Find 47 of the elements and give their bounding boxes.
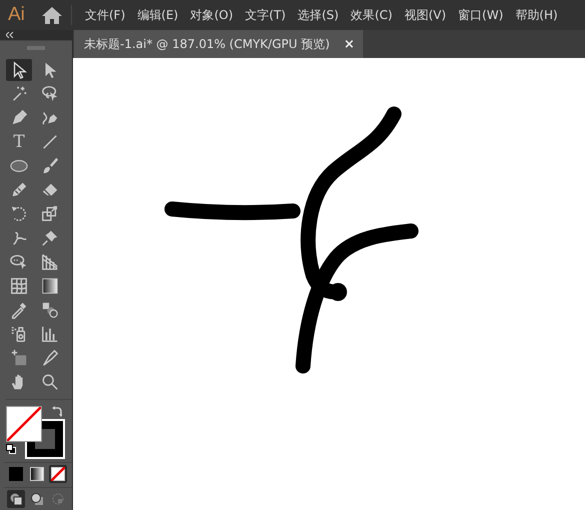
- pen-nib-icon: [10, 109, 28, 128]
- lasso-icon: [41, 85, 59, 104]
- app-logo: Ai: [8, 4, 26, 26]
- menu-item[interactable]: 窗口(W): [458, 6, 504, 24]
- arrow-pointer-tool[interactable]: [6, 59, 32, 82]
- draw-normal-button[interactable]: [7, 490, 25, 508]
- document-tab[interactable]: 未标题-1.ai* @ 187.01% (CMYK/GPU 预览) ×: [74, 30, 363, 58]
- menu-item[interactable]: 效果(C): [350, 6, 392, 24]
- double-chevron-icon[interactable]: [6, 32, 14, 38]
- menu-item[interactable]: 视图(V): [404, 6, 446, 24]
- gradient-square-icon: [41, 277, 59, 296]
- scale-icon: [41, 205, 59, 224]
- bar-chart-icon: [41, 325, 59, 344]
- menu-item[interactable]: 文件(F): [85, 6, 126, 24]
- spray-can-icon: [10, 325, 28, 344]
- knife-icon: [41, 349, 59, 368]
- close-button[interactable]: ×: [344, 36, 355, 52]
- eyedropper-icon: [10, 301, 28, 320]
- fill-none-swatch[interactable]: [6, 406, 42, 442]
- shape-builder-icon: [10, 253, 28, 272]
- menu-item[interactable]: 对象(O): [190, 6, 234, 24]
- default-colors-icon[interactable]: [6, 444, 16, 454]
- magic-wand-icon: [10, 85, 28, 104]
- none-color-button[interactable]: [49, 465, 67, 484]
- perspective-grid-icon: [41, 253, 59, 272]
- menu-item[interactable]: 文字(T): [245, 6, 286, 24]
- grip-icon[interactable]: [27, 46, 45, 50]
- line-icon: [41, 133, 59, 152]
- type-tool[interactable]: T: [6, 131, 32, 154]
- pushpin-icon: [41, 229, 59, 248]
- blend-shapes-icon: [41, 301, 59, 320]
- artboard-icon: [10, 349, 28, 368]
- rotate-icon: [10, 205, 28, 224]
- solid-color-button[interactable]: [7, 465, 25, 484]
- brush-icon: [41, 157, 59, 176]
- gradient-button[interactable]: [28, 465, 46, 484]
- menu-item[interactable]: 选择(S): [298, 6, 339, 24]
- pencil-icon: [10, 181, 28, 200]
- pen-curve-icon: [41, 109, 59, 128]
- home-icon[interactable]: [42, 6, 62, 24]
- document-title: 未标题-1.ai* @ 187.01% (CMYK/GPU 预览): [84, 36, 330, 52]
- mesh-icon: [10, 277, 28, 296]
- menu-item[interactable]: 帮助(H): [515, 6, 558, 24]
- swap-arrow-icon[interactable]: [52, 406, 62, 418]
- magnifier-icon: [41, 373, 59, 392]
- menu-item[interactable]: 编辑(E): [137, 6, 178, 24]
- stroke-swatch[interactable]: [26, 420, 64, 458]
